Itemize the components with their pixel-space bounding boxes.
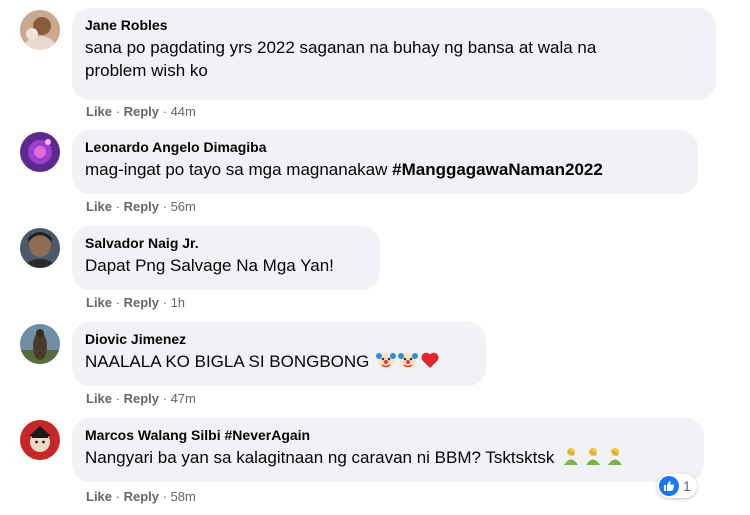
comment-author[interactable]: Salvador Naig Jr.	[85, 234, 368, 252]
separator: ·	[115, 489, 124, 504]
avatar[interactable]	[20, 228, 60, 268]
comment-bubble: Jane Robles sana po pagdating yrs 2022 s…	[72, 8, 716, 100]
timestamp[interactable]: 44m	[171, 104, 196, 119]
timestamp[interactable]: 56m	[171, 199, 196, 214]
comment-bubble: Marcos Walang Silbi #NeverAgain Nangyari…	[72, 418, 704, 482]
comment-bubble: Leonardo Angelo Dimagiba mag-ingat po ta…	[72, 130, 698, 194]
separator: ·	[162, 489, 171, 504]
red-heart-icon	[420, 350, 440, 376]
like-button[interactable]: Like	[86, 391, 112, 406]
person-facepalming-icon	[583, 446, 603, 472]
reply-button[interactable]: Reply	[124, 391, 159, 406]
comment-text-body: Nangyari ba yan sa kalagitnaan ng carava…	[85, 448, 555, 467]
separator: ·	[162, 104, 171, 119]
like-button[interactable]: Like	[86, 104, 112, 119]
hashtag-link[interactable]: #ManggagawaNaman2022	[392, 160, 603, 179]
comment-author[interactable]: Leonardo Angelo Dimagiba	[85, 138, 686, 156]
separator: ·	[162, 391, 171, 406]
reply-button[interactable]: Reply	[124, 104, 159, 119]
person-facepalming-icon	[561, 446, 581, 472]
reply-button[interactable]: Reply	[124, 295, 159, 310]
comment-bubble: Diovic Jimenez NAALALA KO BIGLA SI BONGB…	[72, 322, 486, 386]
avatar[interactable]	[20, 132, 60, 172]
comment-author[interactable]: Jane Robles	[85, 16, 704, 34]
separator: ·	[115, 199, 124, 214]
timestamp[interactable]: 1h	[171, 295, 185, 310]
comment-bubble: Salvador Naig Jr. Dapat Png Salvage Na M…	[72, 226, 380, 290]
comment-author[interactable]: Marcos Walang Silbi #NeverAgain	[85, 426, 692, 444]
separator: ·	[162, 199, 171, 214]
person-facepalming-icon	[605, 446, 625, 472]
reply-button[interactable]: Reply	[124, 199, 159, 214]
comment-author[interactable]: Diovic Jimenez	[85, 330, 474, 348]
avatar[interactable]	[20, 324, 60, 364]
reply-button[interactable]: Reply	[124, 489, 159, 504]
timestamp[interactable]: 47m	[171, 391, 196, 406]
comment-text: NAALALA KO BIGLA SI BONGBONG	[85, 350, 474, 376]
comment-text: Nangyari ba yan sa kalagitnaan ng carava…	[85, 446, 692, 472]
clown-face-icon	[376, 350, 397, 376]
comment-actions: Like · Reply · 44m	[86, 104, 196, 120]
clown-face-icon	[398, 350, 419, 376]
separator: ·	[115, 104, 124, 119]
comment-text-line2: problem wish ko	[85, 61, 208, 80]
like-button[interactable]: Like	[86, 199, 112, 214]
reaction-count: 1	[683, 478, 691, 494]
reaction-count-badge[interactable]: 1	[657, 474, 697, 498]
comment-actions: Like · Reply · 58m	[86, 489, 196, 505]
separator: ·	[115, 391, 124, 406]
comment-actions: Like · Reply · 56m	[86, 199, 196, 215]
timestamp[interactable]: 58m	[171, 489, 196, 504]
comment-actions: Like · Reply · 47m	[86, 391, 196, 407]
comment-actions: Like · Reply · 1h	[86, 295, 185, 311]
like-button[interactable]: Like	[86, 489, 112, 504]
comment-text-body: mag-ingat po tayo sa mga magnanakaw	[85, 160, 393, 179]
like-thumb-icon	[659, 476, 679, 496]
separator: ·	[115, 295, 124, 310]
avatar[interactable]	[20, 420, 60, 460]
like-button[interactable]: Like	[86, 295, 112, 310]
comment-text: sana po pagdating yrs 2022 saganan na bu…	[85, 38, 597, 57]
comment-text: mag-ingat po tayo sa mga magnanakaw #Man…	[85, 158, 686, 181]
avatar[interactable]	[20, 10, 60, 50]
separator: ·	[162, 295, 171, 310]
comment-text: Dapat Png Salvage Na Mga Yan!	[85, 256, 334, 275]
comment-text-body: NAALALA KO BIGLA SI BONGBONG	[85, 352, 370, 371]
